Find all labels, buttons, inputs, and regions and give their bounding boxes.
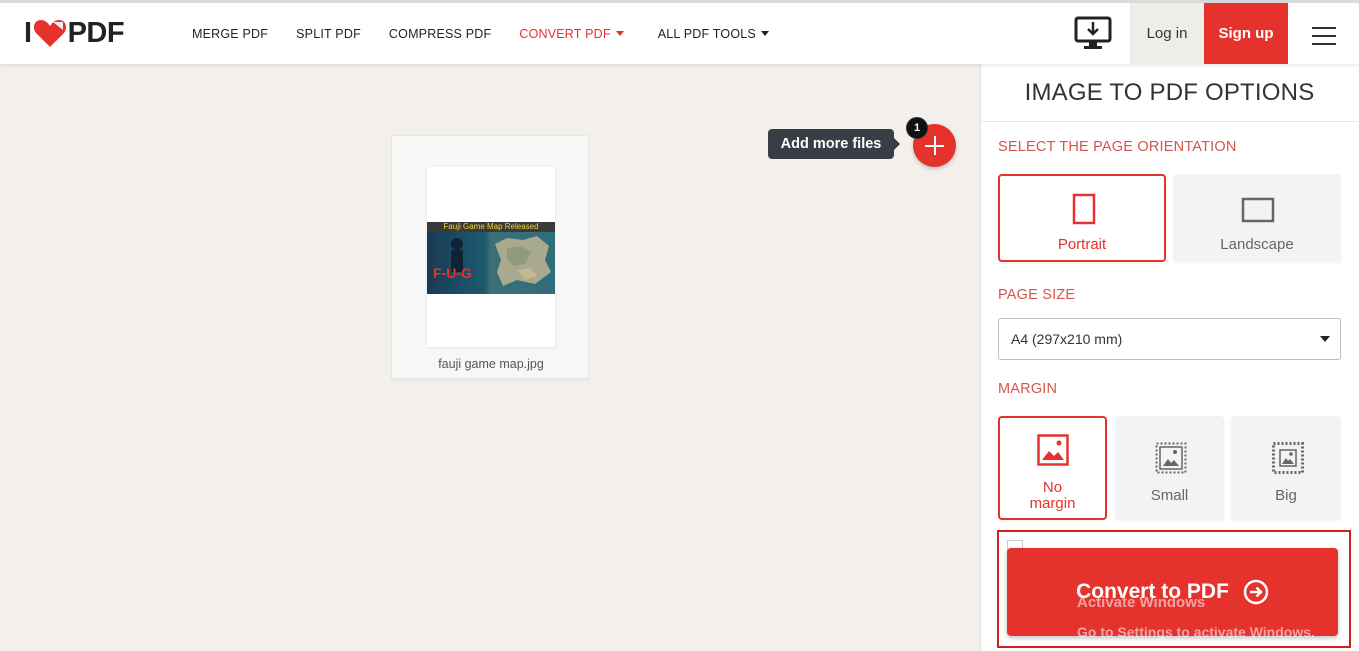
game-map-image: F-U-G Fauji Game Map Released: [427, 222, 555, 294]
nav-all-pdf-tools[interactable]: ALL PDF TOOLS: [658, 27, 769, 41]
desktop-download-icon[interactable]: [1074, 15, 1112, 51]
heart-icon: [33, 20, 66, 47]
margin-label: MARGIN: [998, 381, 1058, 397]
big-margin-label: Big: [1275, 487, 1297, 504]
signup-button[interactable]: Sign up: [1204, 3, 1288, 64]
main-nav: MERGE PDF SPLIT PDF COMPRESS PDF CONVERT…: [192, 3, 797, 64]
nav-split-pdf[interactable]: SPLIT PDF: [296, 27, 361, 41]
nav-convert-pdf[interactable]: CONVERT PDF: [519, 26, 624, 41]
nav-label: COMPRESS PDF: [388, 26, 492, 41]
landscape-icon: [1241, 197, 1275, 223]
small-margin-label: Small: [1150, 487, 1189, 504]
login-button[interactable]: Log in: [1130, 3, 1204, 64]
menu-icon[interactable]: [1312, 27, 1336, 45]
file-count-badge: 1: [906, 117, 928, 139]
convert-area-highlight: Convert to PDF Activate Windows Go to Se…: [997, 530, 1351, 648]
file-name: fauji game map.jpg: [438, 357, 544, 371]
caret-down-icon: [615, 31, 624, 36]
dropdown-arrow-icon: [1320, 336, 1330, 342]
game-map-picture: F-U-G: [427, 222, 555, 294]
nav-merge-pdf[interactable]: MERGE PDF: [192, 27, 268, 41]
caret-down-icon: [760, 31, 769, 36]
nav-label: SPLIT PDF: [296, 26, 361, 41]
margin-big-option[interactable]: Big: [1231, 416, 1341, 520]
file-card[interactable]: F-U-G Fauji Game Map Released fauji game…: [391, 135, 589, 379]
small-margin-icon: [1155, 442, 1187, 474]
add-files-tooltip: Add more files: [768, 129, 900, 159]
big-margin-icon: [1272, 442, 1304, 474]
page-size-select[interactable]: A4 (297x210 mm): [998, 318, 1341, 360]
convert-to-pdf-button[interactable]: Convert to PDF Activate Windows Go to Se…: [1007, 548, 1338, 640]
file-thumbnail: F-U-G Fauji Game Map Released: [427, 167, 555, 347]
orientation-portrait-option[interactable]: Portrait: [998, 174, 1166, 262]
logo-i: I: [24, 16, 32, 49]
margin-none-option[interactable]: No margin: [998, 416, 1107, 520]
nav-label: MERGE PDF: [192, 26, 269, 41]
no-margin-icon: [1037, 434, 1069, 466]
margin-small-option[interactable]: Small: [1115, 416, 1224, 520]
image-banner: Fauji Game Map Released: [427, 222, 555, 232]
logo-pdf: PDF: [67, 16, 125, 49]
page-size-label: PAGE SIZE: [998, 287, 1076, 303]
orientation-landscape-option[interactable]: Landscape: [1173, 174, 1341, 262]
landscape-label: Landscape: [1220, 236, 1294, 253]
nav-label: CONVERT PDF: [519, 26, 611, 41]
nav-compress-pdf[interactable]: COMPRESS PDF: [389, 27, 491, 41]
portrait-icon: [1072, 193, 1096, 225]
nav-label: ALL PDF TOOLS: [657, 26, 756, 41]
portrait-label: Portrait: [1057, 236, 1107, 253]
page-size-value: A4 (297x210 mm): [1011, 331, 1123, 347]
ilovepdf-logo[interactable]: I PDF: [24, 16, 125, 49]
activate-windows-watermark: Activate Windows: [1077, 594, 1206, 611]
no-margin-label: No margin: [1029, 479, 1076, 512]
orientation-label: SELECT THE PAGE ORIENTATION: [998, 139, 1237, 155]
image-logo-text: F-U-G: [433, 265, 472, 281]
sidebar-title: IMAGE TO PDF OPTIONS: [981, 64, 1358, 122]
top-header: I PDF MERGE PDF SPLIT PDF COMPRESS PDF C…: [0, 0, 1359, 64]
arrow-right-circle-icon: [1243, 579, 1269, 605]
activate-windows-subtext: Go to Settings to activate Windows.: [1077, 624, 1315, 640]
options-sidebar: IMAGE TO PDF OPTIONS SELECT THE PAGE ORI…: [980, 64, 1359, 651]
